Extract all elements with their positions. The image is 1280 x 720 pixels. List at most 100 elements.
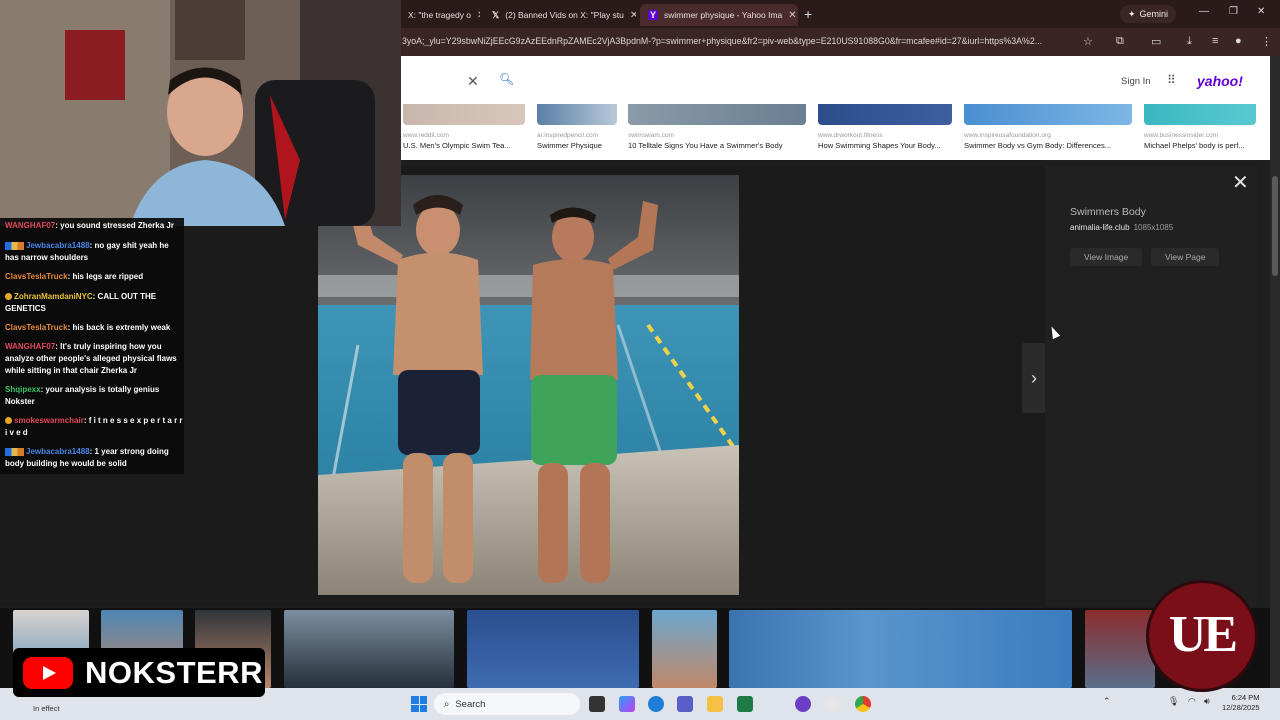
teams-icon[interactable] xyxy=(677,696,693,712)
download-icon[interactable]: ⤓ xyxy=(1187,35,1192,48)
system-clock[interactable]: 6:24 PM 12/28/2025 xyxy=(1222,693,1260,713)
swimmers-photo xyxy=(318,175,739,595)
sidebar-icon[interactable]: ▭ xyxy=(1151,35,1161,48)
related-item[interactable]: swimswam.com 10 Telltale Signs You Have … xyxy=(628,104,806,150)
profile-icon[interactable]: ● xyxy=(1235,35,1242,47)
stream-chat-overlay: WANGHAF07: you sound stressed Zherka Jr … xyxy=(0,218,184,474)
media-icon[interactable]: ≡ xyxy=(1212,35,1218,47)
related-images-strip: www.reddit.com U.S. Men's Olympic Swim T… xyxy=(401,104,1270,160)
edge-icon[interactable] xyxy=(648,696,664,712)
close-icon[interactable]: ✕ xyxy=(788,10,796,21)
result-thumbnail[interactable] xyxy=(729,610,1072,688)
chat-username: smokeswarmchair xyxy=(14,416,84,425)
windows-start-icon[interactable] xyxy=(411,696,427,712)
result-thumbnail[interactable] xyxy=(652,610,717,688)
tab-banned-vids[interactable]: 𝕏 (2) Banned Vids on X: "Play stu ✕ xyxy=(484,4,636,26)
result-thumbnail[interactable] xyxy=(284,610,454,688)
bookmark-star-icon[interactable]: ☆ xyxy=(1083,35,1093,48)
tab-yahoo-images[interactable]: Y swimmer physique - Yahoo Ima ✕ xyxy=(640,4,798,26)
related-caption[interactable]: 10 Telltale Signs You Have a Swimmer's B… xyxy=(628,141,806,150)
related-thumb[interactable] xyxy=(964,104,1132,125)
view-page-button[interactable]: View Page xyxy=(1151,248,1220,266)
page-scrollbar[interactable] xyxy=(1270,56,1280,688)
menu-icon[interactable]: ⋮ xyxy=(1261,35,1272,48)
main-image[interactable] xyxy=(318,175,739,595)
related-thumb[interactable] xyxy=(628,104,806,125)
related-caption[interactable]: U.S. Men's Olympic Swim Tea... xyxy=(403,141,525,150)
restore-icon[interactable]: ❐ xyxy=(1229,6,1238,17)
search-icon[interactable]: 🔍︎ xyxy=(499,72,514,86)
channel-badge-logo: UE xyxy=(1146,580,1258,692)
youtube-logo-icon xyxy=(23,657,73,689)
chat-username: Shqipexx xyxy=(5,385,41,394)
webcam-feed xyxy=(0,0,401,226)
related-item[interactable]: www.reddit.com U.S. Men's Olympic Swim T… xyxy=(403,104,525,150)
related-caption[interactable]: Swimmer Physique xyxy=(537,141,617,150)
result-thumbnail[interactable] xyxy=(1085,610,1155,688)
gemini-button[interactable]: ✦ Gemini xyxy=(1120,5,1177,23)
clock-date: 12/28/2025 xyxy=(1222,703,1260,712)
image-details-panel: Swimmers Body animalia-life.club 1085x108… xyxy=(1045,166,1257,606)
badge-text: UE xyxy=(1168,606,1238,663)
apps-grid-icon[interactable]: ⠿ xyxy=(1167,73,1176,87)
task-view-icon[interactable] xyxy=(589,696,605,712)
taskbar-search[interactable]: ⌕ Search xyxy=(434,693,580,715)
taskbar-search-label: Search xyxy=(455,698,486,710)
related-caption[interactable]: How Swimming Shapes Your Body... xyxy=(818,141,952,150)
related-thumb[interactable] xyxy=(1144,104,1256,125)
scrollbar-thumb[interactable] xyxy=(1272,176,1278,276)
image-domain[interactable]: animalia-life.club xyxy=(1070,223,1130,232)
tab-label: X: "the tragedy o xyxy=(408,10,472,20)
chat-username: Jewbacabra1488 xyxy=(26,241,90,250)
sign-in-link[interactable]: Sign In xyxy=(1121,76,1151,87)
view-image-button[interactable]: View Image xyxy=(1070,248,1143,266)
result-thumbnail[interactable] xyxy=(467,610,639,688)
related-thumb[interactable] xyxy=(403,104,525,125)
related-item[interactable]: www.businessinsider.com Michael Phelps' … xyxy=(1144,104,1256,150)
close-icon[interactable]: ✕ xyxy=(630,10,636,21)
new-tab-button[interactable]: + xyxy=(804,6,812,22)
related-item[interactable]: www.inspireusafoundation.org Swimmer Bod… xyxy=(964,104,1132,150)
excel-icon[interactable] xyxy=(737,696,753,712)
tab-label: swimmer physique - Yahoo Ima xyxy=(664,10,783,20)
related-item[interactable]: www.drworkout.fitness How Swimming Shape… xyxy=(818,104,952,150)
app-icon[interactable] xyxy=(825,696,841,712)
url-field[interactable]: 3yoA;_ylu=Y29sbwNiZjEEcG9zAzEEdnRpZAMEc2… xyxy=(402,36,1072,46)
related-caption[interactable]: Michael Phelps' body is perf... xyxy=(1144,141,1256,150)
related-item[interactable]: ar.inspiredpencil.com Swimmer Physique xyxy=(537,104,617,150)
microphone-icon[interactable]: 🎙︎ xyxy=(1168,696,1179,707)
chrome-icon[interactable] xyxy=(855,696,871,712)
wifi-icon[interactable]: ◠ xyxy=(1188,696,1196,707)
volume-icon[interactable]: 🔊︎ xyxy=(1204,696,1210,707)
chat-badge-icon xyxy=(5,417,12,425)
chevron-up-icon[interactable]: ⌃ xyxy=(1103,696,1111,707)
related-thumb[interactable] xyxy=(537,104,617,125)
webcam-overlay xyxy=(0,0,401,226)
close-icon[interactable]: ✕ xyxy=(1232,170,1249,195)
copilot-icon[interactable] xyxy=(619,696,635,712)
weather-status[interactable]: In effect xyxy=(33,704,60,713)
image-title: Swimmers Body xyxy=(1070,206,1146,218)
yahoo-logo[interactable]: yahoo! xyxy=(1197,73,1243,89)
chat-badges-icon xyxy=(5,241,24,250)
search-icon: ⌕ xyxy=(444,698,450,710)
chat-message: Shqipexx: your analysis is totally geniu… xyxy=(5,384,183,408)
related-source: www.businessinsider.com xyxy=(1144,132,1219,139)
related-thumb[interactable] xyxy=(818,104,952,125)
channel-name: NOKSTERR xyxy=(85,655,263,690)
chat-badges-icon xyxy=(5,447,24,456)
minimize-icon[interactable]: — xyxy=(1199,6,1209,17)
tab-label: (2) Banned Vids on X: "Play stu xyxy=(505,10,624,20)
next-image-button[interactable]: › xyxy=(1022,343,1046,413)
file-explorer-icon[interactable] xyxy=(707,696,723,712)
chat-username: Jewbacabra1488 xyxy=(26,447,90,456)
chat-message: ZohranMamdaniNYC: CALL OUT THE GENETICS xyxy=(5,291,183,315)
window-close-icon[interactable]: ✕ xyxy=(1257,6,1265,17)
close-icon[interactable]: ✕ xyxy=(477,10,480,21)
yahoo-header: ✕ 🔍︎ Sign In ⠿ yahoo! xyxy=(401,56,1270,104)
clear-search-icon[interactable]: ✕ xyxy=(467,73,479,90)
related-caption[interactable]: Swimmer Body vs Gym Body: Differences... xyxy=(964,141,1132,150)
extensions-icon[interactable]: ⧉ xyxy=(1116,35,1124,48)
app-icon[interactable] xyxy=(795,696,811,712)
tab-x-tragedy[interactable]: X: "the tragedy o ✕ xyxy=(400,4,480,26)
